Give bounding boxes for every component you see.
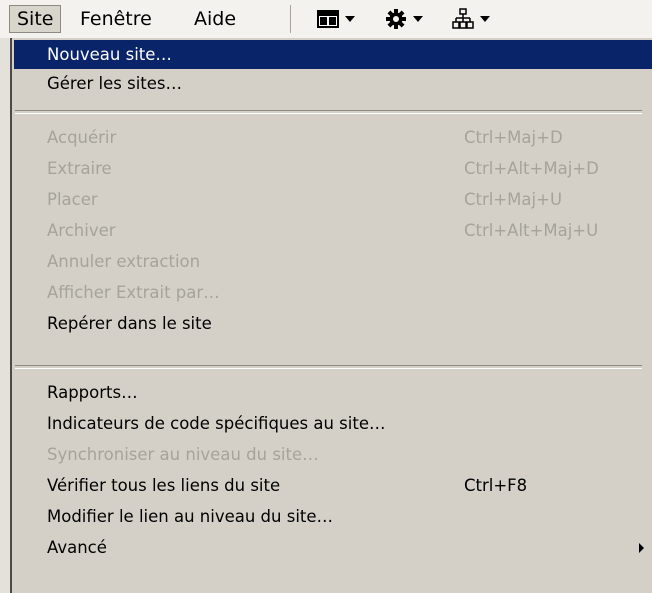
chevron-down-icon	[413, 16, 423, 22]
menu-fenetre[interactable]: Fenêtre	[73, 5, 159, 33]
site-dropdown-menu: Nouveau site… Gérer les sites… Acquérir …	[10, 38, 652, 593]
menu-item-label: Indicateurs de code spécifiques au site…	[47, 414, 386, 433]
menu-item-shortcut: Ctrl+F8	[464, 476, 528, 495]
menu-separator	[15, 365, 642, 369]
menu-item-label: Placer	[47, 190, 98, 209]
menu-item-verifier-liens[interactable]: Vérifier tous les liens du site Ctrl+F8	[14, 471, 652, 500]
layout-icon	[317, 10, 339, 28]
menu-item-label: Annuler extraction	[47, 252, 201, 271]
menu-item-label: Archiver	[47, 221, 116, 240]
menu-item-nouveau-site[interactable]: Nouveau site…	[14, 40, 652, 69]
menu-item-label: Modifier le lien au niveau du site…	[47, 507, 334, 526]
site-map-icon	[452, 8, 474, 29]
menubar-divider	[290, 5, 291, 33]
menu-item-shortcut: Ctrl+Maj+U	[464, 190, 563, 209]
menu-item-shortcut: Ctrl+Alt+Maj+U	[464, 221, 599, 240]
menu-item-rapports[interactable]: Rapports…	[14, 378, 652, 407]
menu-item-label: Rapports…	[47, 383, 138, 402]
menu-item-label: Acquérir	[47, 128, 117, 147]
menu-item-afficher-extrait: Afficher Extrait par…	[14, 278, 652, 307]
menu-item-shortcut: Ctrl+Alt+Maj+D	[464, 159, 599, 178]
menu-item-annuler-extraction: Annuler extraction	[14, 247, 652, 276]
menu-item-reperer-site[interactable]: Repérer dans le site	[14, 309, 652, 338]
menu-item-avance[interactable]: Avancé	[14, 533, 652, 562]
menu-item-label: Vérifier tous les liens du site	[47, 476, 281, 495]
menu-item-label: Afficher Extrait par…	[47, 283, 220, 302]
menu-item-label: Synchroniser au niveau du site…	[47, 445, 319, 464]
chevron-down-icon	[480, 16, 490, 22]
menu-bar: Site Fenêtre Aide	[0, 0, 652, 38]
menu-item-placer: Placer Ctrl+Maj+U	[14, 185, 652, 214]
layout-button[interactable]	[317, 5, 355, 33]
menu-site[interactable]: Site	[9, 5, 62, 33]
menu-item-acquerir: Acquérir Ctrl+Maj+D	[14, 123, 652, 152]
menu-item-shortcut: Ctrl+Maj+D	[464, 128, 563, 147]
menu-item-label: Repérer dans le site	[47, 314, 212, 333]
menu-separator	[15, 110, 642, 114]
chevron-down-icon	[345, 16, 355, 22]
menu-item-extraire: Extraire Ctrl+Alt+Maj+D	[14, 154, 652, 183]
menu-item-label: Nouveau site…	[47, 45, 172, 64]
menu-item-label: Gérer les sites…	[47, 74, 183, 93]
menu-item-indicateurs-code[interactable]: Indicateurs de code spécifiques au site…	[14, 409, 652, 438]
menu-aide[interactable]: Aide	[187, 5, 243, 33]
gear-icon	[386, 9, 406, 29]
menu-item-modifier-lien[interactable]: Modifier le lien au niveau du site…	[14, 502, 652, 531]
chevron-right-icon	[639, 543, 644, 553]
settings-button[interactable]	[385, 5, 423, 33]
menu-item-synchroniser: Synchroniser au niveau du site…	[14, 440, 652, 469]
menu-item-label: Avancé	[47, 538, 107, 557]
menu-item-archiver: Archiver Ctrl+Alt+Maj+U	[14, 216, 652, 245]
site-map-button[interactable]	[452, 5, 490, 33]
menu-item-label: Extraire	[47, 159, 112, 178]
menu-item-gerer-sites[interactable]: Gérer les sites…	[14, 69, 652, 98]
